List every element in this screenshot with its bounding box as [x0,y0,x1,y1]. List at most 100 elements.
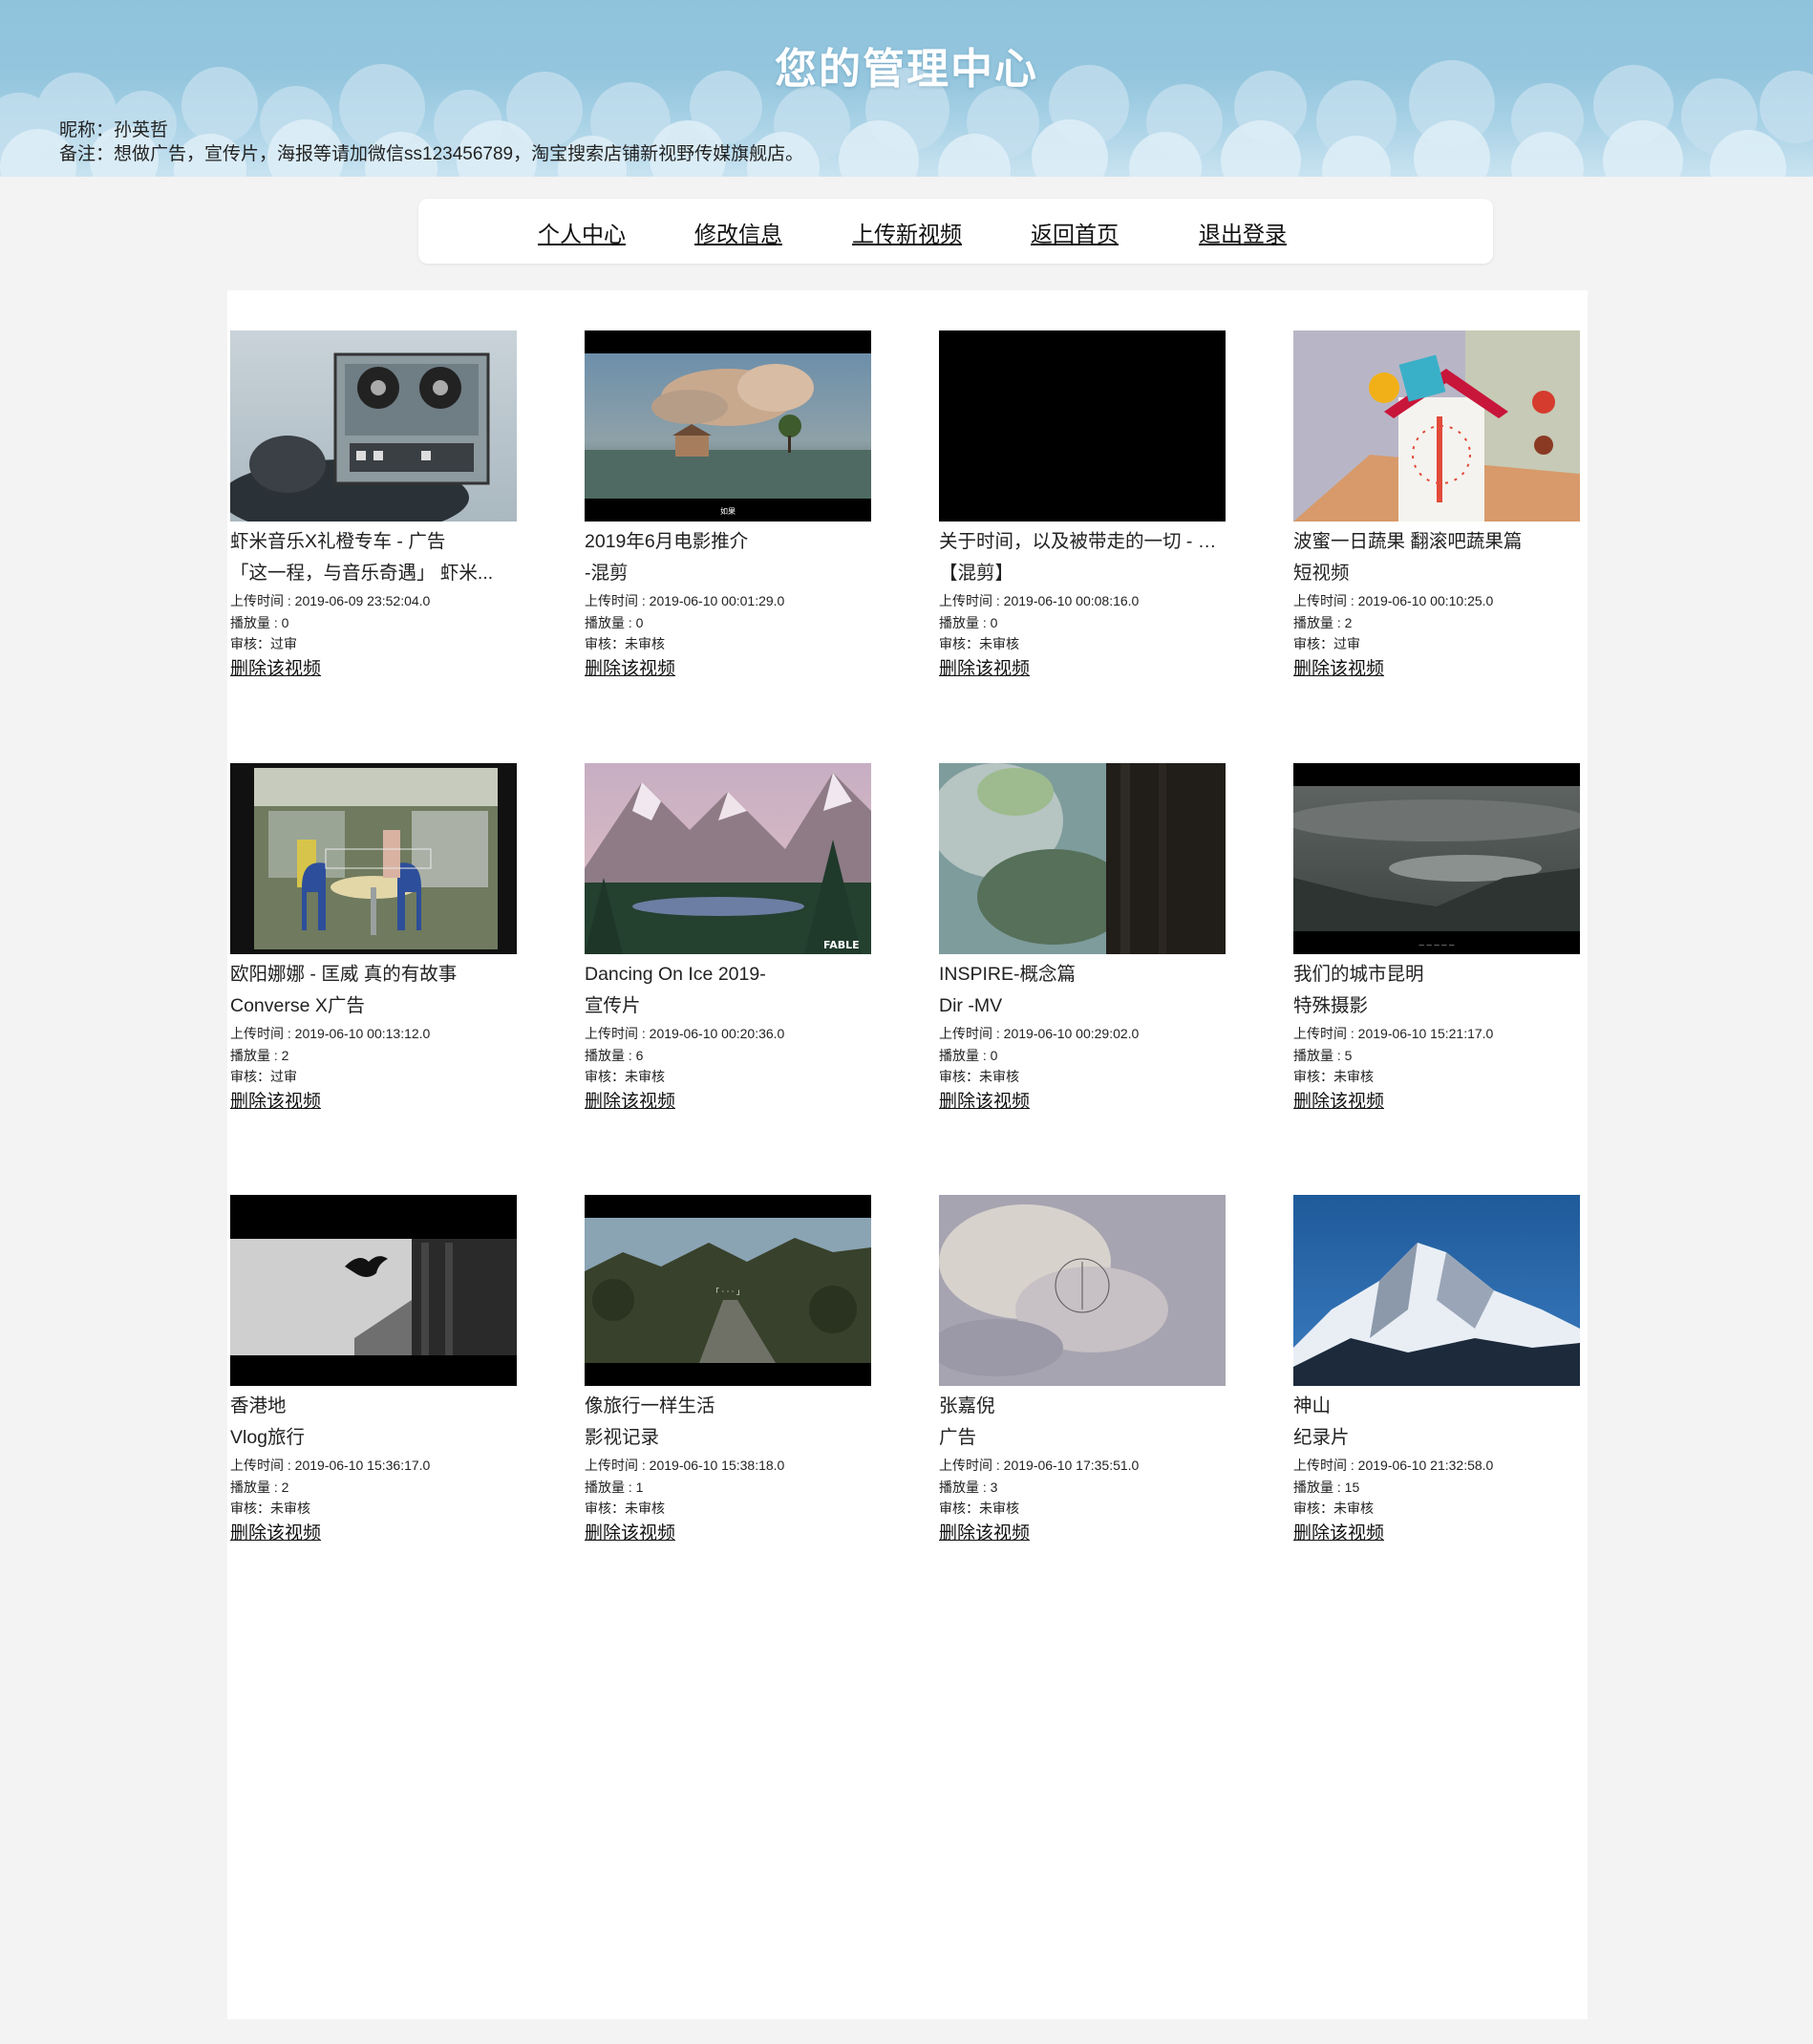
video-title[interactable]: 欧阳娜娜 - 匡威 真的有故事 Converse X广告 [230,959,517,1022]
upload-time: 上传时间 : 2019-06-10 17:35:51.0 [939,1458,1140,1473]
video-title[interactable]: 波蜜一日蔬果 翻滚吧蔬果篇 短视频 [1293,526,1580,589]
delete-video-link[interactable]: 删除该视频 [230,1087,321,1113]
nav-link-edit-info[interactable]: 修改信息 [694,216,782,248]
review-status: 审核：过审 [230,636,297,651]
review-status: 审核：过审 [1293,636,1360,651]
video-meta: 上传时间 : 2019-06-10 00:20:36.0 播放量 : 6 审核：… [585,1023,784,1088]
video-meta: 上传时间 : 2019-06-09 23:52:04.0 播放量 : 0 审核：… [230,590,430,655]
video-meta: 上传时间 : 2019-06-10 00:08:16.0 播放量 : 0 审核：… [939,590,1139,655]
video-thumbnail[interactable]: FABLE [585,763,871,954]
video-meta: 上传时间 : 2019-06-10 21:32:58.0 播放量 : 15 审核… [1293,1455,1493,1520]
video-thumbnail[interactable]: 如果 [585,330,871,522]
upload-time: 上传时间 : 2019-06-10 21:32:58.0 [1293,1458,1494,1473]
video-meta: 上传时间 : 2019-06-10 00:01:29.0 播放量 : 0 审核：… [585,590,784,655]
page-title: 您的管理中心 [775,46,1038,93]
nav-link-upload-video[interactable]: 上传新视频 [852,216,962,248]
video-thumbnail[interactable] [939,763,1226,954]
upload-time: 上传时间 : 2019-06-10 15:38:18.0 [585,1458,785,1473]
video-meta: 上传时间 : 2019-06-10 17:35:51.0 播放量 : 3 审核：… [939,1455,1139,1520]
video-title[interactable]: 2019年6月电影推介 -混剪 [585,526,871,589]
nickname-text: 昵称：孙英哲 [59,120,169,140]
svg-text:「 · · · 」: 「 · · · 」 [712,1288,744,1296]
delete-video-link[interactable]: 删除该视频 [585,1519,675,1544]
play-count: 播放量 : 2 [230,1047,289,1063]
review-status: 审核：未审核 [939,1069,1019,1084]
delete-video-link[interactable]: 删除该视频 [585,654,675,680]
video-title[interactable]: 神山 纪录片 [1293,1391,1580,1454]
video-thumbnail[interactable] [939,330,1226,522]
page-header: 您的管理中心 昵称：孙英哲 备注：想做广告，宣传片，海报等请加微信ss12345… [0,0,1813,177]
upload-time: 上传时间 : 2019-06-10 00:08:16.0 [939,593,1140,608]
video-thumbnail[interactable] [230,330,517,522]
svg-text:FABLE: FABLE [823,939,860,951]
video-thumbnail[interactable] [230,1195,517,1386]
upload-time: 上传时间 : 2019-06-10 15:36:17.0 [230,1458,431,1473]
review-status: 审核：未审核 [585,1501,665,1516]
delete-video-link[interactable]: 删除该视频 [1293,1519,1384,1544]
svg-text:如果: 如果 [720,506,736,516]
video-title[interactable]: Dancing On Ice 2019- 宣传片 [585,959,871,1022]
video-title[interactable]: 张嘉倪 广告 [939,1391,1226,1454]
review-status: 审核：未审核 [585,1069,665,1084]
delete-video-link[interactable]: 删除该视频 [1293,654,1384,680]
nav-link-logout[interactable]: 退出登录 [1199,216,1287,248]
delete-video-link[interactable]: 删除该视频 [939,654,1030,680]
video-thumbnail[interactable] [230,763,517,954]
review-status: 审核：未审核 [230,1501,310,1516]
delete-video-link[interactable]: 删除该视频 [939,1087,1030,1113]
remark-text: 备注：想做广告，宣传片，海报等请加微信ss123456789，淘宝搜索店铺新视野… [59,144,804,164]
play-count: 播放量 : 2 [230,1479,289,1495]
video-meta: 上传时间 : 2019-06-10 00:13:12.0 播放量 : 2 审核：… [230,1023,430,1088]
video-meta: 上传时间 : 2019-06-10 15:36:17.0 播放量 : 2 审核：… [230,1455,430,1520]
video-title[interactable]: 像旅行一样生活 影视记录 [585,1391,871,1454]
play-count: 播放量 : 5 [1293,1047,1353,1063]
user-info: 昵称：孙英哲 备注：想做广告，宣传片，海报等请加微信ss123456789，淘宝… [59,118,803,166]
review-status: 审核：未审核 [585,636,665,651]
upload-time: 上传时间 : 2019-06-10 00:10:25.0 [1293,593,1494,608]
video-title[interactable]: 香港地 Vlog旅行 [230,1391,517,1454]
delete-video-link[interactable]: 删除该视频 [585,1087,675,1113]
play-count: 播放量 : 0 [585,614,644,630]
play-count: 播放量 : 15 [1293,1479,1360,1495]
video-meta: 上传时间 : 2019-06-10 00:10:25.0 播放量 : 2 审核：… [1293,590,1493,655]
video-title[interactable]: 我们的城市昆明 特殊摄影 [1293,959,1580,1022]
nav-bar: 个人中心 修改信息 上传新视频 返回首页 退出登录 [418,199,1493,264]
upload-time: 上传时间 : 2019-06-10 00:13:12.0 [230,1026,431,1041]
play-count: 播放量 : 2 [1293,614,1353,630]
review-status: 审核：未审核 [1293,1069,1374,1084]
delete-video-link[interactable]: 删除该视频 [1293,1087,1384,1113]
play-count: 播放量 : 3 [939,1479,998,1495]
video-title[interactable]: 虾米音乐X礼橙专车 - 广告 「这一程，与音乐奇遇」 虾米... [230,526,517,589]
nav-link-personal-center[interactable]: 个人中心 [538,216,626,248]
video-grid: 虾米音乐X礼橙专车 - 广告 「这一程，与音乐奇遇」 虾米... 上传时间 : … [227,290,1588,2019]
delete-video-link[interactable]: 删除该视频 [939,1519,1030,1544]
upload-time: 上传时间 : 2019-06-10 00:20:36.0 [585,1026,785,1041]
play-count: 播放量 : 0 [230,614,289,630]
play-count: 播放量 : 6 [585,1047,644,1063]
play-count: 播放量 : 1 [585,1479,644,1495]
svg-text:— — — — —: — — — — — [1418,942,1455,948]
video-title[interactable]: 关于时间，以及被带走的一切 - 混剪 【混剪】 [939,526,1226,589]
play-count: 播放量 : 0 [939,614,998,630]
video-meta: 上传时间 : 2019-06-10 15:38:18.0 播放量 : 1 审核：… [585,1455,784,1520]
review-status: 审核：未审核 [939,636,1019,651]
upload-time: 上传时间 : 2019-06-10 00:29:02.0 [939,1026,1140,1041]
nav-link-home[interactable]: 返回首页 [1031,216,1119,248]
video-thumbnail[interactable]: — — — — — [1293,763,1580,954]
video-thumbnail[interactable] [1293,330,1580,522]
video-meta: 上传时间 : 2019-06-10 00:29:02.0 播放量 : 0 审核：… [939,1023,1139,1088]
upload-time: 上传时间 : 2019-06-09 23:52:04.0 [230,593,431,608]
delete-video-link[interactable]: 删除该视频 [230,1519,321,1544]
upload-time: 上传时间 : 2019-06-10 00:01:29.0 [585,593,785,608]
video-meta: 上传时间 : 2019-06-10 15:21:17.0 播放量 : 5 审核：… [1293,1023,1493,1088]
video-title[interactable]: INSPIRE-概念篇 Dir -MV [939,959,1226,1022]
delete-video-link[interactable]: 删除该视频 [230,654,321,680]
play-count: 播放量 : 0 [939,1047,998,1063]
video-thumbnail[interactable] [939,1195,1226,1386]
video-thumbnail[interactable] [1293,1195,1580,1386]
upload-time: 上传时间 : 2019-06-10 15:21:17.0 [1293,1026,1494,1041]
review-status: 审核：未审核 [939,1501,1019,1516]
review-status: 审核：过审 [230,1069,297,1084]
video-thumbnail[interactable]: 「 · · · 」 [585,1195,871,1386]
review-status: 审核：未审核 [1293,1501,1374,1516]
